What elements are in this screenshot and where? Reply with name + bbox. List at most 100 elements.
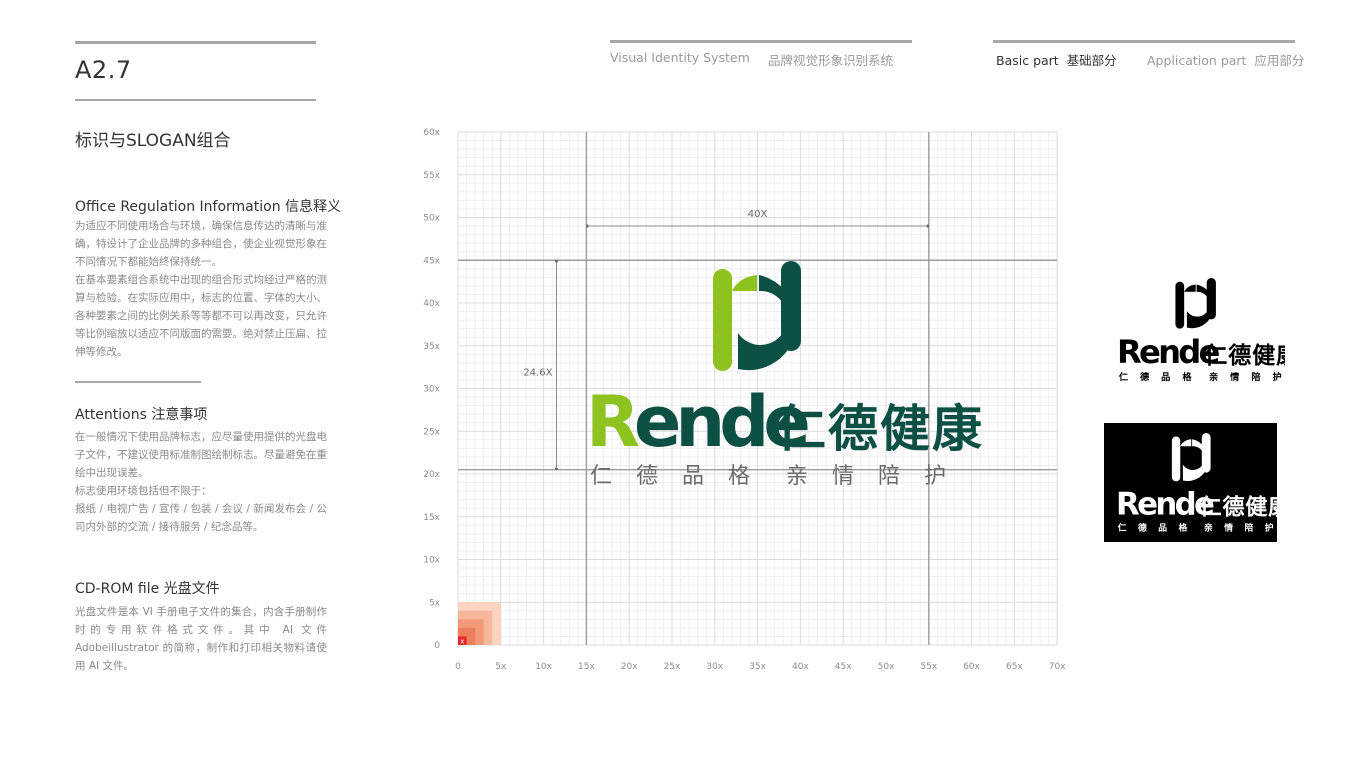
r-stem-shape [1171, 436, 1181, 482]
slogan-char: 格 [1178, 522, 1187, 534]
dimension-tick [926, 224, 929, 228]
slogan-char: 陪 [1244, 522, 1253, 534]
slogan-char: 仁 [1119, 371, 1128, 382]
page-code: A2.7 [75, 56, 132, 84]
y-axis-ticks: 0 5x 10x 15x 20x 25x 30x 35x 40x 45x 50x 55x 60x [423, 128, 440, 651]
slogan-char: 仁 [1118, 522, 1127, 534]
slogan-char: 德 [1139, 371, 1150, 382]
y-tick-label: 50x [423, 214, 440, 224]
nav-vis-en: Visual Identity System [610, 50, 750, 65]
slogan-char: 护 [1265, 522, 1274, 534]
nav-app-cn: 应用部分 [1254, 53, 1305, 68]
cdrom-body: 光盘文件是本 VI 手册电子文件的集合，内含手册制作时的专用软件格式文件。其中 … [75, 606, 327, 672]
y-tick-label: 60x [423, 128, 440, 138]
x-tick-label: 70x [1049, 662, 1066, 672]
logo-black-svg: Rende仁德健康仁德品格亲情陪护 [1117, 278, 1299, 383]
x-tick-label: 60x [963, 662, 980, 672]
slogan: 仁德品格亲情陪护 [590, 464, 946, 489]
slogan-char: 亲 [1209, 371, 1218, 382]
regulation-body-p2: 在基本要素组合系统中出现的组合形式均经过严格的测算与检验。在实际应用中，标志的位… [75, 274, 327, 358]
nav-vis-cn: 品牌视觉形象识别系统 [768, 53, 894, 68]
y-tick-label: 45x [423, 256, 440, 266]
nav-basic-part[interactable]: Basic part 基础部分 [996, 50, 1117, 69]
slogan-char: 护 [924, 464, 946, 489]
nav-rule-vis [610, 40, 912, 43]
nav-basic-en: Basic part [996, 53, 1059, 68]
wordmark-r: R [1116, 486, 1140, 522]
y-tick-label: 10x [423, 556, 440, 566]
r-shoulder-shape [1184, 284, 1196, 292]
unit-marker: x [458, 602, 501, 645]
logo-cn-name: 仁德健康 [1204, 342, 1285, 369]
logo-group: Rende仁德健康仁德品格 亲情陪护 [586, 261, 984, 489]
section-title: 标识与SLOGAN组合 [75, 131, 231, 151]
dimension-tick [554, 467, 558, 470]
x-axis-ticks: 0 5x 10x 15x 20x 25x 30x 35x 40x 45x 50x 55x 60x 65x 7… [455, 662, 1066, 672]
y-tick-label: 15x [423, 513, 440, 523]
x-tick-label: 0 [455, 662, 461, 672]
wordmark-r: R [586, 381, 639, 463]
y-tick-label: 0 [434, 641, 440, 651]
regulation-body-p1: 为适应不同使用场合与环境，确保信息传达的清晰与准确，特设计了企业品牌的多种组合，… [75, 220, 327, 268]
y-tick-label: 20x [423, 470, 440, 480]
x-tick-label: 35x [749, 662, 766, 672]
grid-canvas: 0 5x 10x 15x 20x 25x 30x 35x 40x 45x 50x 55x 60x 65x 7… [423, 128, 1066, 672]
nav-app-en: Application part [1147, 53, 1247, 68]
wordmark-rende: Rende [586, 381, 808, 463]
rd-symbol-icon [1171, 433, 1211, 482]
slogan-char: 陪 [878, 464, 900, 489]
r-stem-shape [713, 269, 732, 371]
x-tick-label: 65x [1006, 662, 1023, 672]
x-tick-label: 5x [495, 662, 507, 672]
attentions-heading: Attentions 注意事项 [75, 407, 208, 423]
rd-symbol-icon [1175, 278, 1216, 329]
logo-cn-name: 仁德健康 [776, 400, 984, 458]
logo-lockup-black: Rende仁德健康仁德品格亲情陪护 [1105, 272, 1299, 383]
y-tick-label: 5x [429, 598, 441, 608]
slogan-char: 品 [682, 464, 704, 489]
slogan: 仁德品格 亲情陪护 [1118, 522, 1274, 534]
r-stem-shape [1175, 281, 1185, 329]
y-tick-label: 40x [423, 299, 440, 309]
x-tick-label: 50x [878, 662, 895, 672]
wordmark-r: R [1117, 333, 1142, 371]
slogan-char: 品 [1161, 372, 1170, 382]
r-shoulder-shape [1180, 439, 1192, 447]
slogan-char: 护 [1272, 371, 1281, 382]
nav-application-part[interactable]: Application part 应用部分 [1147, 50, 1304, 69]
slogan-char: 德 [636, 464, 658, 489]
slogan-char: 格 [1182, 371, 1192, 382]
x-tick-label: 20x [621, 662, 638, 672]
dimension-tick [586, 224, 589, 228]
y-tick-label: 30x [423, 385, 440, 395]
logo-lockup-color: Rende仁德健康仁德品格 亲情陪护 [586, 261, 984, 489]
slogan-char: 仁 [590, 464, 612, 489]
y-tick-label: 25x [423, 427, 440, 437]
slogan-char: 亲 [786, 464, 808, 489]
regulation-heading: Office Regulation Information 信息释义 [75, 199, 342, 215]
slogan-char: 情 [1229, 371, 1239, 382]
slogan-char: 亲 [1204, 522, 1213, 534]
slogan-char: 德 [1137, 522, 1147, 534]
slogan-char: 情 [1224, 522, 1233, 534]
top-left-rule [75, 41, 316, 44]
attentions-body: 在一般情况下使用品牌标志，应尽量使用提供的光盘电子文件，不建议使用标准制图绘制标… [75, 428, 327, 536]
slogan-char: 品 [1158, 523, 1167, 534]
attentions-body-p2: 标志使用环境包括但不限于： [75, 485, 212, 497]
attentions-body-p1: 在一般情况下使用品牌标志，应尽量使用提供的光盘电子文件，不建议使用标准制图绘制标… [75, 431, 327, 479]
dimension-label-24-6x: 24.6X [523, 368, 552, 379]
unit-marker-label: x [460, 637, 464, 645]
section-divider [75, 381, 201, 383]
y-tick-label: 55x [423, 171, 440, 181]
dimension-label-40x: 40X [748, 209, 768, 220]
code-underline-rule [75, 99, 316, 101]
logo-lockup-reversed: Rende仁德健康仁德品格亲情陪护 [1104, 423, 1290, 542]
x-tick-label: 15x [578, 662, 595, 672]
nav-basic-cn: 基础部分 [1066, 53, 1117, 68]
x-tick-label: 55x [920, 662, 937, 672]
logo-white-svg: Rende仁德健康仁德品格亲情陪护 [1116, 433, 1290, 534]
construction-grid: 0 5x 10x 15x 20x 25x 30x 35x 40x 45x 50x 55x 60x 65x 7… [420, 120, 1080, 680]
cdrom-heading: CD-ROM file 光盘文件 [75, 581, 220, 597]
logo-cn-name: 仁德健康 [1200, 494, 1277, 520]
slogan: 仁德品格亲情陪护 [1119, 371, 1282, 383]
